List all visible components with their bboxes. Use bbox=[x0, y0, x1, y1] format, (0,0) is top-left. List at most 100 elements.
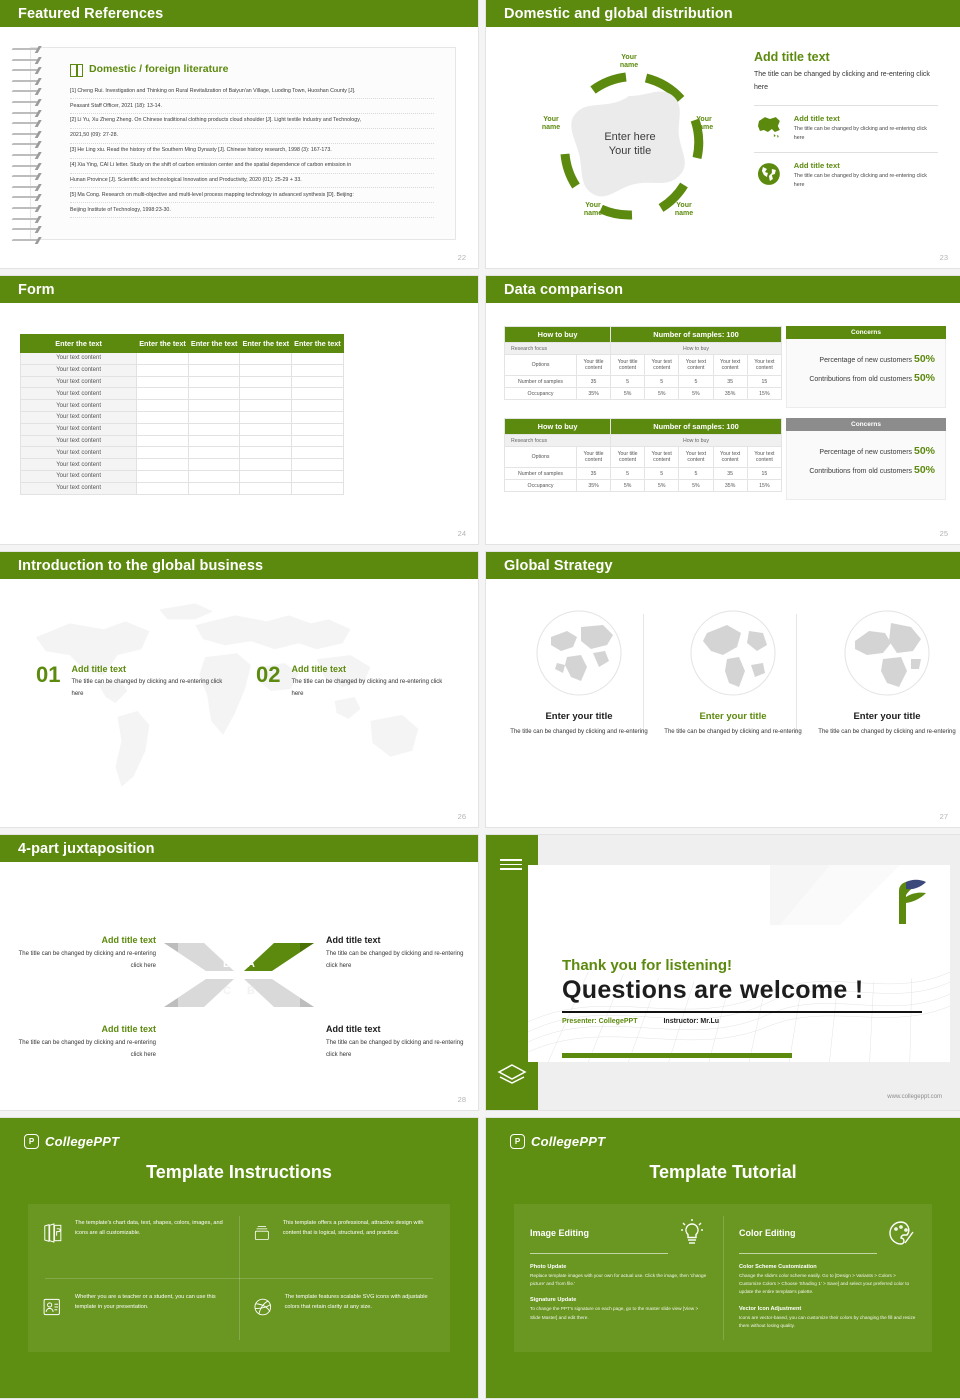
table-row[interactable]: Your text content bbox=[19, 458, 344, 471]
column-header[interactable]: Enter the text bbox=[239, 334, 293, 353]
row-label-cell[interactable]: Your text content bbox=[19, 458, 138, 471]
table-cell[interactable] bbox=[291, 375, 344, 389]
table-cell[interactable] bbox=[187, 469, 241, 483]
table-cell[interactable]: Your text content bbox=[712, 446, 748, 468]
table-row[interactable]: Your text content bbox=[19, 434, 344, 448]
table-row[interactable]: Your text content bbox=[19, 387, 344, 401]
table-cell[interactable] bbox=[239, 469, 293, 483]
table-row[interactable]: Your text content bbox=[19, 446, 344, 460]
table-cell[interactable] bbox=[291, 469, 344, 483]
table-cell[interactable] bbox=[239, 422, 293, 436]
slide-domestic-global-distribution[interactable]: Domestic and global distribution Enter h… bbox=[486, 0, 960, 268]
row-label-cell[interactable]: Your text content bbox=[19, 469, 138, 483]
table-cell[interactable] bbox=[239, 399, 293, 412]
strategy-column-3[interactable]: Enter your title The title can be change… bbox=[812, 607, 960, 739]
table-cell[interactable]: 15 bbox=[746, 375, 783, 388]
table-cell[interactable]: Your text content bbox=[678, 354, 714, 376]
table-cell[interactable]: 5 bbox=[610, 467, 646, 480]
table-cell[interactable]: 35% bbox=[712, 387, 748, 400]
table-row[interactable]: Your text content bbox=[19, 410, 344, 424]
row-label-cell[interactable]: Your text content bbox=[19, 352, 138, 365]
table-cell[interactable] bbox=[136, 434, 189, 448]
table-cell[interactable] bbox=[187, 399, 241, 412]
table-cell[interactable]: 5 bbox=[610, 375, 646, 388]
strategy-column-1[interactable]: Enter your title The title can be change… bbox=[504, 607, 654, 739]
table-cell[interactable]: 35% bbox=[712, 479, 748, 492]
table-cell[interactable]: 15% bbox=[746, 387, 783, 400]
table-row[interactable]: Occupancy 35% 5% 5% 5% 35% 15% bbox=[503, 479, 783, 492]
column-header[interactable]: Enter the text bbox=[291, 334, 344, 353]
tutorial-panel-image-editing[interactable]: Image Editing Photo Update Replace templ… bbox=[514, 1204, 723, 1353]
table-cell[interactable] bbox=[136, 481, 189, 495]
concerns-box-2[interactable]: Concerns Percentage of new customers 50% C… bbox=[786, 418, 946, 500]
row-label-cell[interactable]: Your text content bbox=[19, 375, 138, 389]
table-row[interactable]: Options Your title content Your title cont… bbox=[503, 354, 783, 376]
table-cell[interactable] bbox=[187, 458, 241, 471]
table-cell[interactable]: 35 bbox=[712, 467, 748, 480]
table-cell[interactable] bbox=[239, 410, 293, 424]
table-cell[interactable] bbox=[291, 387, 344, 401]
instruction-cell-1[interactable]: The template's chart data, text, shapes,… bbox=[28, 1204, 239, 1278]
instruction-cell-3[interactable]: Whether you are a teacher or a student, … bbox=[28, 1278, 239, 1352]
table-cell[interactable]: 35% bbox=[576, 387, 612, 400]
table-cell[interactable] bbox=[187, 375, 241, 389]
table-cell[interactable]: 5% bbox=[644, 479, 680, 492]
table-cell[interactable]: Your title content bbox=[610, 354, 646, 376]
row-label-cell[interactable]: Your text content bbox=[19, 481, 138, 495]
slide-global-strategy[interactable]: Global Strategy Enter your title The tit… bbox=[486, 552, 960, 827]
quadrant-text-bottom-right[interactable]: Add title text The title can be changed … bbox=[326, 1024, 466, 1061]
row-label-cell[interactable]: Your text content bbox=[19, 422, 138, 436]
quadrant-text-top-right[interactable]: Add title text The title can be changed … bbox=[326, 935, 466, 972]
table-cell[interactable] bbox=[136, 363, 189, 377]
table-cell[interactable]: Your text content bbox=[644, 446, 680, 468]
table-cell[interactable] bbox=[136, 352, 189, 365]
table-cell[interactable]: 5% bbox=[678, 479, 714, 492]
column-header[interactable]: Enter the text bbox=[187, 334, 241, 353]
row-label-cell[interactable]: Your text content bbox=[19, 363, 138, 377]
table-cell[interactable] bbox=[239, 352, 293, 365]
table-cell[interactable] bbox=[239, 481, 293, 495]
table-cell[interactable]: 5 bbox=[678, 375, 714, 388]
slide-featured-references[interactable]: Featured References Domestic / foreign l… bbox=[0, 0, 478, 268]
table-cell[interactable] bbox=[187, 363, 241, 377]
table-cell[interactable] bbox=[239, 458, 293, 471]
table-cell[interactable] bbox=[291, 410, 344, 424]
table-cell[interactable]: 35 bbox=[712, 375, 748, 388]
table-cell[interactable]: Your text content bbox=[712, 354, 748, 376]
comparison-table[interactable]: How to buy Number of samples: 100 Research… bbox=[503, 418, 783, 492]
table-cell[interactable] bbox=[136, 375, 189, 389]
slide-template-instructions[interactable]: P CollegePPT Template Instructions The t… bbox=[0, 1118, 478, 1398]
table-cell[interactable]: 35 bbox=[576, 375, 612, 388]
table-cell[interactable]: Your title content bbox=[576, 354, 612, 376]
table-cell[interactable] bbox=[291, 363, 344, 377]
quadrant-text-bottom-left[interactable]: Add title text The title can be changed … bbox=[16, 1024, 156, 1061]
table-row[interactable]: Your text content bbox=[19, 352, 344, 365]
table-cell[interactable] bbox=[187, 387, 241, 401]
slide-introduction-global-business[interactable]: Introduction to the global business 01 A… bbox=[0, 552, 478, 827]
table-cell[interactable]: 5 bbox=[644, 467, 680, 480]
concerns-box-1[interactable]: Concerns Percentage of new customers 50% C… bbox=[786, 326, 946, 408]
table-cell[interactable] bbox=[187, 352, 241, 365]
table-cell[interactable] bbox=[136, 446, 189, 460]
table-cell[interactable] bbox=[291, 458, 344, 471]
table-cell[interactable]: 5 bbox=[644, 375, 680, 388]
table-row[interactable]: Your text content bbox=[19, 422, 344, 436]
table-row[interactable]: Options Your title content Your title cont… bbox=[503, 446, 783, 468]
table-cell[interactable] bbox=[187, 481, 241, 495]
table-cell[interactable] bbox=[136, 399, 189, 412]
table-cell[interactable]: 15% bbox=[746, 479, 783, 492]
table-cell[interactable] bbox=[187, 410, 241, 424]
table-cell[interactable] bbox=[239, 375, 293, 389]
table-cell[interactable] bbox=[291, 446, 344, 460]
table-row[interactable]: Occupancy 35% 5% 5% 5% 35% 15% bbox=[503, 387, 783, 400]
column-header[interactable]: Enter the text bbox=[136, 334, 189, 353]
table-cell[interactable] bbox=[291, 352, 344, 365]
strategy-column-2[interactable]: Enter your title The title can be change… bbox=[658, 607, 808, 739]
table-cell[interactable]: 15 bbox=[746, 467, 783, 480]
row-label-cell[interactable]: Your text content bbox=[19, 399, 138, 412]
table-cell[interactable]: 5 bbox=[678, 467, 714, 480]
table-cell[interactable]: Your text content bbox=[644, 354, 680, 376]
table-cell[interactable] bbox=[239, 363, 293, 377]
comparison-table[interactable]: How to buy Number of samples: 100 Research… bbox=[503, 326, 783, 400]
hamburger-menu-icon[interactable] bbox=[500, 859, 522, 870]
